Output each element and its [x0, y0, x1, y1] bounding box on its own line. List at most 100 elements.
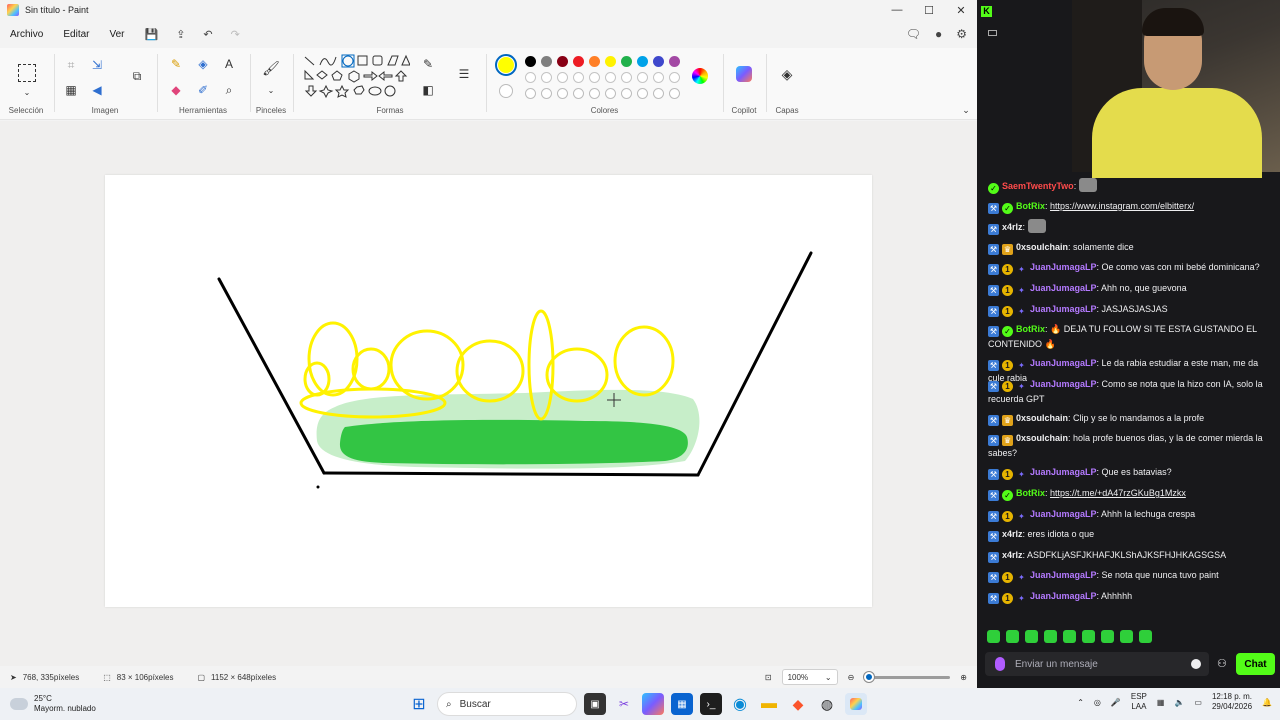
emote-icon[interactable] — [1139, 630, 1152, 643]
active-color-1[interactable] — [495, 54, 517, 76]
magnifier-icon[interactable]: ⌕ — [221, 82, 237, 98]
zoom-in-icon[interactable]: ⊕ — [960, 673, 967, 682]
color-swatch[interactable] — [621, 72, 632, 83]
start-icon[interactable]: ⊞ — [408, 693, 430, 715]
shapes-gallery[interactable] — [302, 54, 410, 104]
crop-icon[interactable]: ⌗ — [63, 57, 79, 73]
chat-username[interactable]: JuanJumagaLP — [1030, 591, 1097, 601]
chat-username[interactable]: SaemTwentyTwo — [1002, 181, 1074, 191]
color-swatch[interactable] — [669, 56, 680, 67]
comment-icon[interactable]: 🗨 — [906, 27, 921, 41]
network-icon[interactable]: ▦ — [1157, 698, 1165, 707]
maximize-button[interactable]: ☐ — [913, 0, 945, 20]
emote-icon[interactable] — [1044, 630, 1057, 643]
zoom-slider[interactable] — [863, 671, 951, 682]
chevron-down-icon[interactable]: ⌄ — [263, 82, 279, 98]
custom-color-swatch[interactable] — [589, 88, 600, 99]
minimize-button[interactable]: — — [881, 0, 913, 20]
terminal-icon[interactable]: ›_ — [700, 693, 722, 715]
chat-username[interactable]: JuanJumagaLP — [1030, 509, 1097, 519]
custom-color-swatch[interactable] — [605, 88, 616, 99]
save-icon[interactable]: 💾 — [145, 28, 159, 41]
color-swatch[interactable] — [637, 72, 648, 83]
color-swatch[interactable] — [557, 72, 568, 83]
undo-icon[interactable]: ↶ — [203, 28, 212, 41]
emoji-icon[interactable] — [1191, 659, 1201, 669]
color-swatch[interactable] — [653, 72, 664, 83]
notifications-icon[interactable]: 🔔 — [1262, 698, 1272, 707]
emote-icon[interactable] — [1063, 630, 1076, 643]
background-remove-icon[interactable]: ▦ — [63, 82, 79, 98]
color-swatch[interactable] — [573, 56, 584, 67]
chat-username[interactable]: BotRix — [1016, 488, 1045, 498]
active-color-2[interactable] — [499, 84, 513, 98]
chevron-down-icon[interactable]: ⌄ — [19, 84, 35, 100]
chat-username[interactable]: JuanJumagaLP — [1030, 304, 1097, 314]
layers-icon[interactable]: ◈ — [779, 66, 795, 82]
shape-fill-icon[interactable]: ◧ — [420, 82, 436, 98]
chat-username[interactable]: 0xsoulchain — [1016, 413, 1068, 423]
custom-color-swatch[interactable] — [669, 88, 680, 99]
fit-to-window-icon[interactable]: ⊡ — [765, 673, 772, 682]
color-swatch[interactable] — [541, 72, 552, 83]
edit-colors-icon[interactable] — [692, 68, 708, 84]
select-rectangle-icon[interactable] — [18, 64, 36, 82]
brush-icon[interactable]: 🖌 — [262, 60, 280, 76]
menu-ver[interactable]: Ver — [109, 25, 132, 44]
task-view-icon[interactable]: ▣ — [584, 693, 606, 715]
file-explorer-icon[interactable]: ▬ — [758, 693, 780, 715]
color-swatch[interactable] — [573, 72, 584, 83]
chat-username[interactable]: JuanJumagaLP — [1030, 570, 1097, 580]
chat-username[interactable]: x4rlz — [1002, 529, 1023, 539]
weather-widget[interactable]: 25°C Mayorm. nublado — [10, 694, 96, 714]
outline-icon[interactable]: ✎ — [420, 56, 436, 72]
color-swatch[interactable] — [605, 56, 616, 67]
microphone-icon[interactable] — [995, 657, 1005, 671]
color-swatch[interactable] — [589, 56, 600, 67]
pencil-icon[interactable]: ✎ — [168, 56, 184, 72]
chat-username[interactable]: JuanJumagaLP — [1030, 379, 1097, 389]
color-swatch[interactable] — [605, 72, 616, 83]
custom-color-swatch[interactable] — [637, 88, 648, 99]
chat-link[interactable]: https://t.me/+dA47rzGKuBg1Mzkx — [1050, 488, 1186, 498]
battery-icon[interactable]: ▭ — [1194, 698, 1202, 707]
tray-app-icon[interactable]: ◎ — [1094, 698, 1101, 707]
obs-icon[interactable]: ◍ — [816, 693, 838, 715]
volume-icon[interactable]: 🔈 — [1174, 698, 1184, 707]
tray-chevron-icon[interactable]: ⌃ — [1077, 698, 1084, 707]
image-select-icon[interactable]: ⧉ — [129, 68, 145, 84]
chat-link[interactable]: https://www.instagram.com/elbitterx/ — [1050, 201, 1194, 211]
color-swatch[interactable] — [525, 72, 536, 83]
text-icon[interactable]: A — [221, 56, 237, 72]
users-icon[interactable]: ⚇ — [1217, 657, 1227, 670]
paint-taskbar-icon[interactable] — [845, 693, 867, 715]
taskbar-search[interactable]: ⌕ Buscar — [437, 692, 577, 716]
custom-color-swatch[interactable] — [621, 88, 632, 99]
copilot-taskbar-icon[interactable] — [642, 693, 664, 715]
edge-icon[interactable]: ◉ — [729, 693, 751, 715]
rotate-icon[interactable]: ◀ — [89, 82, 105, 98]
color-picker-icon[interactable]: ✐ — [195, 82, 211, 98]
shape-gallery-expand-icon[interactable]: ☰ — [456, 66, 472, 82]
color-swatch[interactable] — [589, 72, 600, 83]
chat-username[interactable]: BotRix — [1016, 201, 1045, 211]
color-swatch[interactable] — [621, 56, 632, 67]
chat-username[interactable]: 0xsoulchain — [1016, 433, 1068, 443]
settings-icon[interactable]: ⚙ — [956, 27, 967, 41]
custom-color-swatch[interactable] — [653, 88, 664, 99]
window-icon[interactable] — [988, 30, 997, 36]
emote-icon[interactable] — [1025, 630, 1038, 643]
eraser-icon[interactable]: ◆ — [168, 82, 184, 98]
zoom-slider-thumb[interactable] — [863, 671, 874, 682]
drawing-canvas[interactable] — [105, 175, 872, 607]
custom-color-swatch[interactable] — [525, 88, 536, 99]
chat-username[interactable]: JuanJumagaLP — [1030, 358, 1097, 368]
chat-username[interactable]: 0xsoulchain — [1016, 242, 1068, 252]
brave-icon[interactable]: ◆ — [787, 693, 809, 715]
emote-icon[interactable] — [1101, 630, 1114, 643]
ribbon-collapse-icon[interactable]: ⌄ — [958, 102, 974, 118]
fill-icon[interactable]: ◈ — [195, 56, 211, 72]
store-taskbar-icon[interactable]: ▦ — [671, 693, 693, 715]
custom-color-swatch[interactable] — [557, 88, 568, 99]
account-icon[interactable]: ● — [935, 27, 942, 41]
